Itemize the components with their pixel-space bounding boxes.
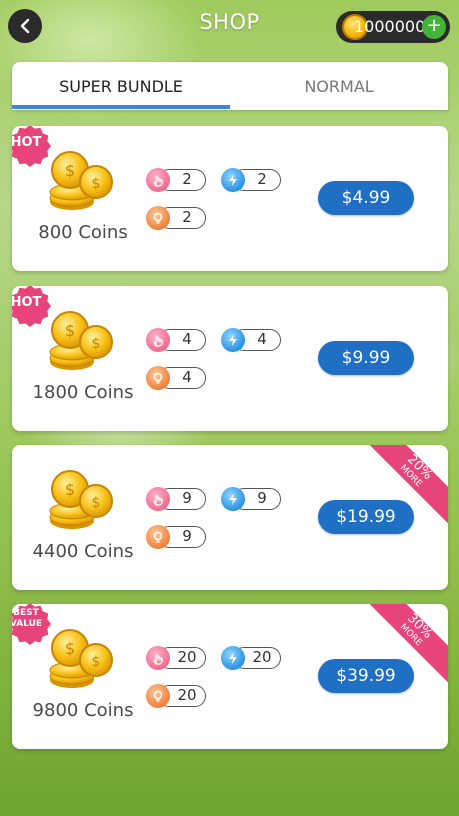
- idea-count: 4: [146, 366, 206, 390]
- energy-count: 2: [221, 168, 281, 192]
- bundle-coins-label: 9800 Coins: [32, 700, 134, 721]
- hand-icon: [146, 487, 170, 511]
- buy-button[interactable]: $39.99: [318, 659, 414, 693]
- coin-stack-icon: $ $: [49, 151, 113, 210]
- coin-stack-icon: $ $: [49, 629, 113, 688]
- svg-text:$: $: [92, 654, 101, 670]
- hand-icon: [146, 168, 170, 192]
- svg-text:$: $: [65, 161, 75, 180]
- energy-count: 20: [221, 646, 281, 670]
- lightning-icon: [221, 328, 245, 352]
- tab-super-bundle[interactable]: SUPER BUNDLE: [12, 62, 230, 110]
- bundle-coins-label: 1800 Coins: [32, 382, 134, 403]
- badge-label: BEST VALUE: [12, 608, 43, 629]
- hint-count: 20: [146, 646, 206, 670]
- badge-label: HOT: [12, 295, 42, 310]
- idea-count: 2: [146, 206, 206, 230]
- bundle-coins-label: 4400 Coins: [32, 541, 134, 562]
- lightning-icon: [221, 168, 245, 192]
- bundle-card: $ $ 4400 Coins 9 9 9 $19.99 20% MORE: [12, 445, 448, 590]
- svg-text:$: $: [65, 480, 75, 499]
- idea-count: 20: [146, 684, 206, 708]
- bundle-card: $ $ 9800 Coins 20 20 20 $39.99 BEST VALU…: [12, 604, 448, 749]
- svg-text:$: $: [65, 639, 75, 658]
- lightbulb-icon: [146, 525, 170, 549]
- bundle-card: $ $ 800 Coins 2 2 2 $4.99 HOT: [12, 126, 448, 271]
- lightbulb-icon: [146, 206, 170, 230]
- bundle-badge: HOT: [12, 286, 52, 328]
- top-bar: SHOP 1000000k +: [0, 0, 459, 52]
- lightning-icon: [221, 646, 245, 670]
- badge-label: HOT: [12, 135, 42, 150]
- idea-count: 9: [146, 525, 206, 549]
- hint-count: 2: [146, 168, 206, 192]
- buy-button[interactable]: $4.99: [318, 181, 414, 215]
- svg-text:$: $: [65, 321, 75, 340]
- bundle-coins-label: 800 Coins: [38, 222, 128, 243]
- energy-count: 4: [221, 328, 281, 352]
- lightbulb-icon: [146, 366, 170, 390]
- hand-icon: [146, 646, 170, 670]
- lightbulb-icon: [146, 684, 170, 708]
- svg-text:$: $: [92, 176, 101, 192]
- bundle-card: $ $ 1800 Coins 4 4 4 $9.99 HOT: [12, 286, 448, 431]
- bundle-badge: BEST VALUE: [12, 604, 52, 646]
- buy-button[interactable]: $19.99: [318, 500, 414, 534]
- lightning-icon: [221, 487, 245, 511]
- hand-icon: [146, 328, 170, 352]
- svg-text:$: $: [92, 495, 101, 511]
- coin-stack-icon: $ $: [49, 311, 113, 370]
- plus-icon: +: [426, 15, 442, 36]
- energy-count: 9: [221, 487, 281, 511]
- add-coins-button[interactable]: +: [422, 15, 446, 39]
- svg-text:$: $: [92, 336, 101, 352]
- tab-indicator: [12, 105, 230, 109]
- hint-count: 9: [146, 487, 206, 511]
- bundle-badge: HOT: [12, 126, 52, 168]
- coin-balance: 1000000k +: [336, 11, 450, 43]
- tab-normal[interactable]: NORMAL: [230, 62, 448, 110]
- hint-count: 4: [146, 328, 206, 352]
- buy-button[interactable]: $9.99: [318, 341, 414, 375]
- coin-stack-icon: $ $: [49, 470, 113, 529]
- shop-tabs: SUPER BUNDLE NORMAL: [12, 62, 448, 110]
